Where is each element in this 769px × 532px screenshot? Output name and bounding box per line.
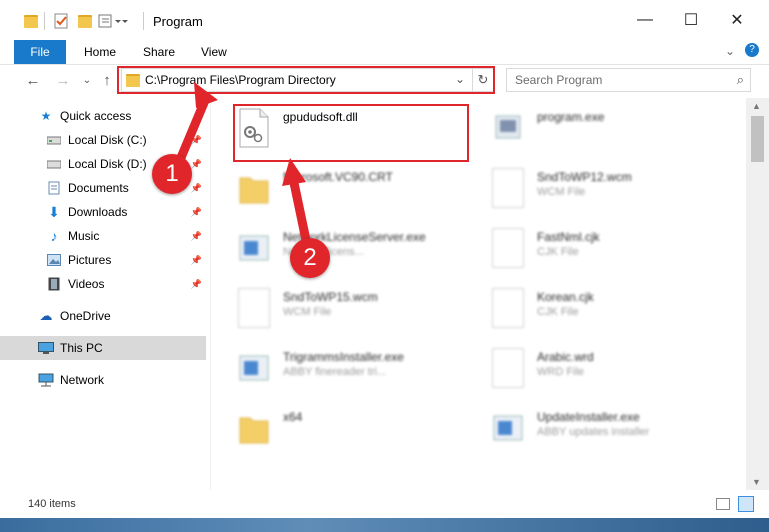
arrow-step-2 (288, 173, 311, 245)
arrow-step-1 (175, 93, 211, 165)
step-2-badge: 2 (290, 238, 330, 278)
step-1-badge: 1 (152, 154, 192, 194)
arrow-head-step-2 (282, 158, 306, 186)
arrow-head-step-1 (194, 82, 218, 108)
annotation-arrows (175, 82, 311, 245)
file-explorer-window: Program — ☐ ✕ File Home Share View ⌄ ? ←… (0, 0, 769, 532)
